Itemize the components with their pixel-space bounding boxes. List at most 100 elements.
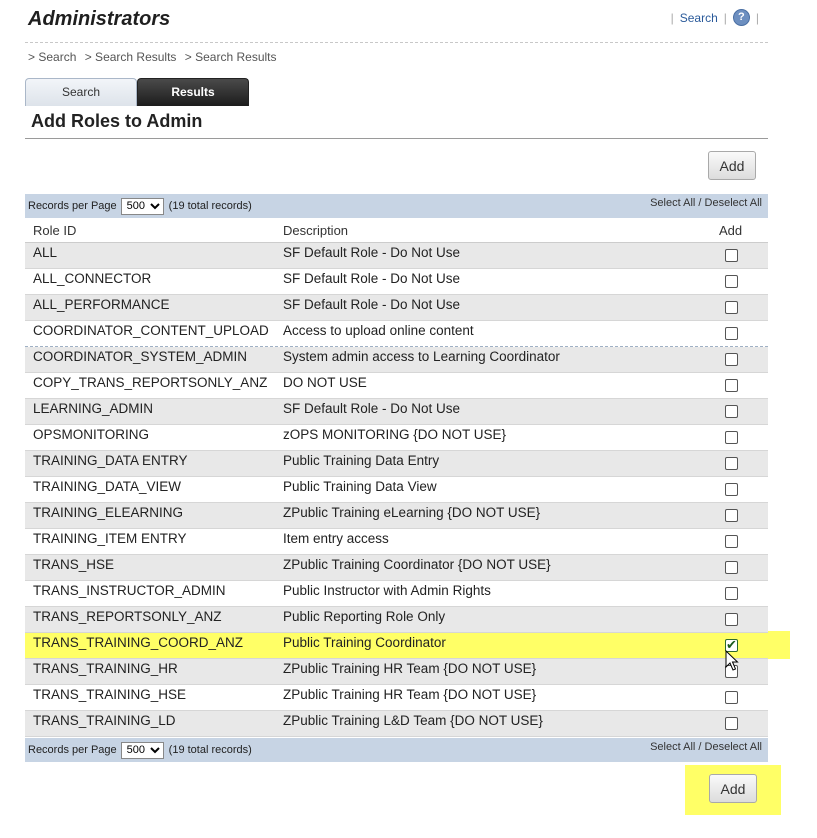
table-row: LEARNING_ADMIN SF Default Role - Do Not U… (25, 399, 768, 425)
select-all-link[interactable]: Select All (650, 197, 695, 209)
add-role-checkbox[interactable] (725, 691, 738, 704)
table-row: COPY_TRANS_REPORTSONLY_ANZ DO NOT USE (25, 373, 768, 399)
role-id-cell: COORDINATOR_SYSTEM_ADMIN (33, 349, 248, 364)
add-role-checkbox[interactable] (725, 275, 738, 288)
description-cell: Public Reporting Role Only (283, 609, 446, 624)
add-role-checkbox[interactable] (725, 301, 738, 314)
role-id-cell: OPSMONITORING (33, 427, 150, 442)
description-cell: Public Training Coordinator (283, 635, 446, 650)
records-per-page-select[interactable]: 500 (120, 197, 164, 215)
role-id-cell: TRAINING_ITEM ENTRY (33, 531, 187, 546)
table-row: TRANS_TRAINING_COORD_ANZ Public Training … (25, 631, 790, 659)
description-cell: SF Default Role - Do Not Use (283, 401, 461, 416)
role-id-cell: TRANS_REPORTSONLY_ANZ (33, 609, 222, 624)
table-row: ALL SF Default Role - Do Not Use (25, 243, 768, 269)
table-row: TRANS_TRAINING_HR ZPublic Training HR Tea… (25, 659, 768, 685)
table-row: TRANS_REPORTSONLY_ANZ Public Reporting Ro… (25, 607, 768, 633)
table-row: OPSMONITORING zOPS MONITORING {DO NOT USE… (25, 425, 768, 451)
description-cell: Public Training Data View (283, 479, 437, 494)
breadcrumb-item[interactable]: > Search (28, 50, 76, 64)
table-row: TRANS_HSE ZPublic Training Coordinator {D… (25, 555, 768, 581)
table-row: ALL_PERFORMANCE SF Default Role - Do Not … (25, 295, 768, 321)
records-per-page-select[interactable]: 500 (120, 741, 164, 759)
select-links: Select All / Deselect All (650, 741, 762, 753)
records-per-page-label: Records per Page (28, 744, 117, 756)
add-role-checkbox[interactable] (725, 379, 738, 392)
table-row: TRANS_INSTRUCTOR_ADMIN Public Instructor … (25, 581, 768, 607)
table-row: TRAINING_ITEM ENTRY Item entry access (25, 529, 768, 555)
question-circle-icon[interactable]: ? (732, 9, 750, 26)
description-cell: DO NOT USE (283, 375, 367, 390)
description-cell: Access to upload online content (283, 323, 474, 338)
mouse-cursor-icon (725, 650, 739, 671)
total-records-text: (19 total records) (168, 744, 252, 756)
top-links: | Search | ? | (670, 9, 759, 26)
total-records-text: (19 total records) (168, 200, 252, 212)
roles-table-body: ALL SF Default Role - Do Not Use ALL_CONNE… (25, 243, 790, 737)
role-id-cell: ALL_CONNECTOR (33, 271, 152, 286)
description-cell: Public Instructor with Admin Rights (283, 583, 491, 598)
role-id-cell: ALL_PERFORMANCE (33, 297, 170, 312)
role-id-cell: TRAINING_ELEARNING (33, 505, 184, 520)
description-cell: SF Default Role - Do Not Use (283, 245, 461, 260)
table-header: Role ID Description Add (25, 219, 768, 243)
pager-bar-top: Records per Page 500 (19 total records) … (25, 194, 768, 218)
description-cell: Public Training Data Entry (283, 453, 440, 468)
tab-search[interactable]: Search (25, 78, 137, 106)
column-header-add: Add (719, 223, 743, 238)
add-role-checkbox[interactable] (725, 405, 738, 418)
search-link[interactable]: Search (680, 11, 718, 25)
section-divider (25, 138, 768, 139)
breadcrumb-item[interactable]: > Search Results (85, 50, 177, 64)
pager-bar-bottom: Records per Page 500 (19 total records) … (25, 738, 768, 762)
add-role-checkbox[interactable] (725, 249, 738, 262)
role-id-cell: COPY_TRANS_REPORTSONLY_ANZ (33, 375, 268, 390)
select-all-link[interactable]: Select All (650, 741, 695, 753)
description-cell: SF Default Role - Do Not Use (283, 297, 461, 312)
deselect-all-link[interactable]: Deselect All (705, 741, 762, 753)
table-row: TRANS_TRAINING_HSE ZPublic Training HR Te… (25, 685, 768, 711)
table-row: TRAINING_ELEARNING ZPublic Training eLear… (25, 503, 768, 529)
role-id-cell: TRANS_TRAINING_COORD_ANZ (33, 635, 244, 650)
add-role-checkbox[interactable] (725, 327, 738, 340)
role-id-cell: TRAINING_DATA ENTRY (33, 453, 188, 468)
role-id-cell: COORDINATOR_CONTENT_UPLOAD (33, 323, 269, 338)
add-role-checkbox[interactable] (725, 587, 738, 600)
header-divider (25, 42, 768, 43)
role-id-cell: LEARNING_ADMIN (33, 401, 154, 416)
table-row: TRAINING_DATA_VIEW Public Training Data V… (25, 477, 768, 503)
role-id-cell: TRANS_INSTRUCTOR_ADMIN (33, 583, 226, 598)
table-row: COORDINATOR_CONTENT_UPLOAD Access to uplo… (25, 321, 768, 347)
table-row: COORDINATOR_SYSTEM_ADMIN System admin acc… (25, 347, 768, 373)
table-row: TRAINING_DATA ENTRY Public Training Data … (25, 451, 768, 477)
role-id-cell: TRAINING_DATA_VIEW (33, 479, 182, 494)
add-role-checkbox[interactable] (725, 535, 738, 548)
add-role-checkbox[interactable] (725, 353, 738, 366)
page-title: Administrators (28, 8, 171, 30)
description-cell: zOPS MONITORING {DO NOT USE} (283, 427, 507, 442)
role-id-cell: TRANS_HSE (33, 557, 115, 572)
description-cell: ZPublic Training eLearning {DO NOT USE} (283, 505, 541, 520)
add-role-checkbox[interactable] (725, 509, 738, 522)
tab-bar: Search Results (25, 78, 249, 106)
deselect-all-link[interactable]: Deselect All (705, 197, 762, 209)
description-cell: ZPublic Training HR Team {DO NOT USE} (283, 687, 537, 702)
add-role-checkbox[interactable] (725, 561, 738, 574)
role-id-cell: ALL (33, 245, 58, 260)
add-role-checkbox[interactable] (725, 483, 738, 496)
role-id-cell: TRANS_TRAINING_HR (33, 661, 178, 676)
add-role-checkbox[interactable] (725, 613, 738, 626)
add-button-bottom[interactable]: Add (709, 774, 757, 803)
breadcrumb-item[interactable]: > Search Results (185, 50, 277, 64)
add-role-checkbox[interactable] (725, 717, 738, 730)
add-button-top[interactable]: Add (708, 151, 756, 180)
role-id-cell: TRANS_TRAINING_LD (33, 713, 176, 728)
role-id-cell: TRANS_TRAINING_HSE (33, 687, 187, 702)
tab-results[interactable]: Results (137, 78, 249, 106)
add-role-checkbox[interactable] (725, 431, 738, 444)
table-row: ALL_CONNECTOR SF Default Role - Do Not Us… (25, 269, 768, 295)
records-per-page-label: Records per Page (28, 200, 117, 212)
add-role-checkbox[interactable] (725, 457, 738, 470)
column-header-description: Description (283, 223, 349, 238)
description-cell: ZPublic Training L&D Team {DO NOT USE} (283, 713, 543, 728)
